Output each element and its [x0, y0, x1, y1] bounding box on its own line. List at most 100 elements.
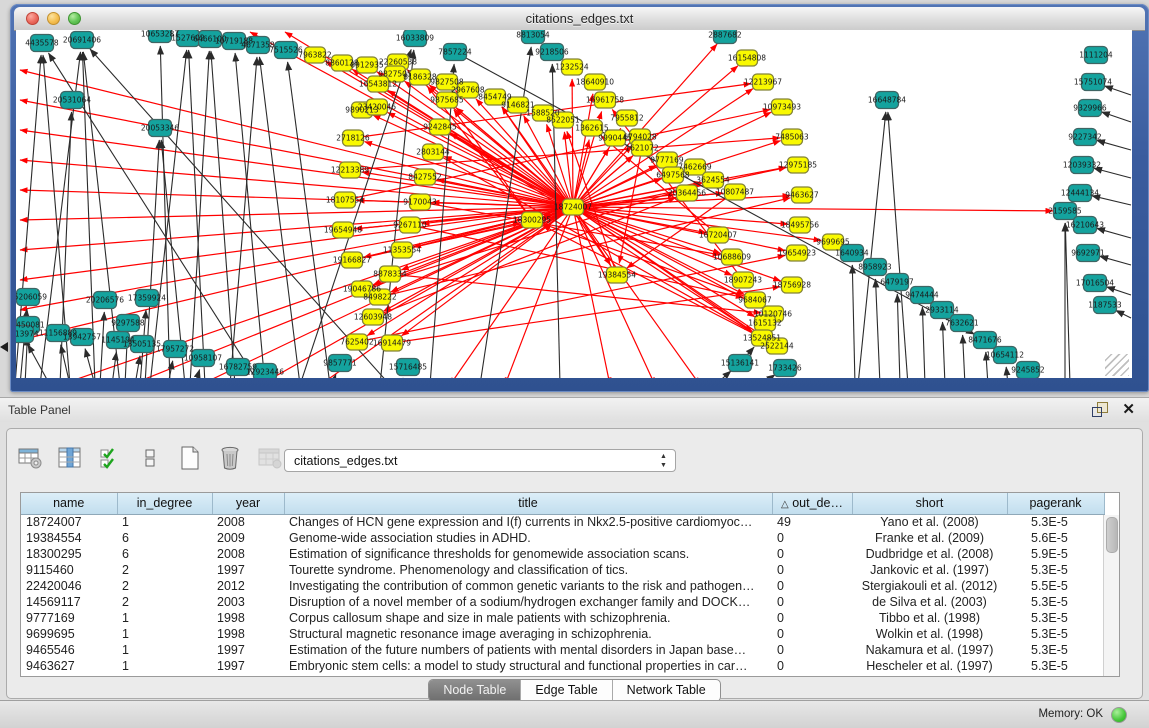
- create-column-icon[interactable]: [175, 444, 205, 472]
- table-cell[interactable]: 19384554: [21, 530, 117, 546]
- table-row[interactable]: 977716911998Corpus callosum shape and si…: [21, 610, 1104, 626]
- row-height-icon[interactable]: [135, 444, 165, 472]
- table-row[interactable]: 2242004622012Investigating the contribut…: [21, 578, 1104, 594]
- table-cell[interactable]: 1: [117, 642, 212, 658]
- table-cell[interactable]: Tibbo et al. (1998): [852, 610, 1007, 626]
- table-cell[interactable]: 18300295: [21, 546, 117, 562]
- table-cell[interactable]: Estimation of significance thresholds fo…: [284, 546, 772, 562]
- column-header[interactable]: year: [212, 493, 284, 514]
- table-cell[interactable]: 22420046: [21, 578, 117, 594]
- table-cell[interactable]: 0: [772, 546, 852, 562]
- delete-column-icon[interactable]: [215, 444, 245, 472]
- table-cell[interactable]: 1997: [212, 642, 284, 658]
- table-cell[interactable]: 9463627: [21, 658, 117, 674]
- column-header[interactable]: short: [852, 493, 1007, 514]
- table-row[interactable]: 1456911722003Disruption of a novel membe…: [21, 594, 1104, 610]
- table-cell[interactable]: Hescheler et al. (1997): [852, 658, 1007, 674]
- table-cell[interactable]: Embryonic stem cells: a model to study s…: [284, 658, 772, 674]
- table-cell[interactable]: 1997: [212, 562, 284, 578]
- table-cell[interactable]: 9465546: [21, 642, 117, 658]
- window-titlebar[interactable]: citations_edges.txt: [14, 7, 1145, 31]
- table-cell[interactable]: 5.9E-5: [1007, 546, 1104, 562]
- table-cell[interactable]: 0: [772, 642, 852, 658]
- table-row[interactable]: 911546021997Tourette syndrome. Phenomeno…: [21, 562, 1104, 578]
- table-cell[interactable]: 5.3E-5: [1007, 610, 1104, 626]
- table-cell[interactable]: 5.3E-5: [1007, 562, 1104, 578]
- table-cell[interactable]: 2: [117, 578, 212, 594]
- table-cell[interactable]: 49: [772, 514, 852, 530]
- table-cell[interactable]: 5.3E-5: [1007, 642, 1104, 658]
- table-cell[interactable]: Dudbridge et al. (2008): [852, 546, 1007, 562]
- table-cell[interactable]: 5.3E-5: [1007, 594, 1104, 610]
- tab-node-table[interactable]: Node Table: [429, 680, 521, 701]
- table-cell[interactable]: 5.3E-5: [1007, 658, 1104, 674]
- table-cell[interactable]: 2: [117, 562, 212, 578]
- table-cell[interactable]: Disruption of a novel member of a sodium…: [284, 594, 772, 610]
- table-cell[interactable]: 2003: [212, 594, 284, 610]
- column-header[interactable]: pagerank: [1007, 493, 1104, 514]
- table-cell[interactable]: 1: [117, 514, 212, 530]
- table-cell[interactable]: 9115460: [21, 562, 117, 578]
- table-settings-icon[interactable]: [15, 444, 45, 472]
- table-cell[interactable]: 2008: [212, 514, 284, 530]
- table-cell[interactable]: Yano et al. (2008): [852, 514, 1007, 530]
- table-source-select[interactable]: citations_edges.txt ▲▼: [284, 449, 676, 472]
- table-cell[interactable]: 2: [117, 594, 212, 610]
- table-cell[interactable]: Franke et al. (2009): [852, 530, 1007, 546]
- scrollbar-thumb[interactable]: [1106, 517, 1118, 553]
- table-cell[interactable]: de Silva et al. (2003): [852, 594, 1007, 610]
- table-row[interactable]: 1938455462009Genome-wide association stu…: [21, 530, 1104, 546]
- table-cell[interactable]: 6: [117, 546, 212, 562]
- table-cell[interactable]: 1: [117, 610, 212, 626]
- table-cell[interactable]: 1998: [212, 610, 284, 626]
- table-cell[interactable]: 2009: [212, 530, 284, 546]
- table-cell[interactable]: 9777169: [21, 610, 117, 626]
- table-cell[interactable]: Structural magnetic resonance image aver…: [284, 626, 772, 642]
- table-row[interactable]: 1872400712008Changes of HCN gene express…: [21, 514, 1104, 530]
- table-cell[interactable]: Genome-wide association studies in ADHD.: [284, 530, 772, 546]
- table-cell[interactable]: Changes of HCN gene expression and I(f) …: [284, 514, 772, 530]
- close-panel-icon[interactable]: ✕: [1122, 400, 1135, 418]
- table-cell[interactable]: 0: [772, 530, 852, 546]
- table-cell[interactable]: 0: [772, 658, 852, 674]
- column-header[interactable]: △ out_de…: [772, 493, 852, 514]
- table-cell[interactable]: Wolkin et al. (1998): [852, 626, 1007, 642]
- float-panel-icon[interactable]: [1092, 402, 1107, 417]
- table-cell[interactable]: 6: [117, 530, 212, 546]
- resize-grip-icon[interactable]: [1105, 354, 1129, 376]
- table-cell[interactable]: 5.3E-5: [1007, 626, 1104, 642]
- collapse-panel-arrow-icon[interactable]: [0, 342, 8, 352]
- table-cell[interactable]: Nakamura et al. (1997): [852, 642, 1007, 658]
- table-cell[interactable]: 1998: [212, 626, 284, 642]
- table-cell[interactable]: Stergiakouli et al. (2012): [852, 578, 1007, 594]
- column-header[interactable]: title: [284, 493, 772, 514]
- table-cell[interactable]: 0: [772, 610, 852, 626]
- table-cell[interactable]: 0: [772, 562, 852, 578]
- tab-edge-table[interactable]: Edge Table: [521, 680, 612, 701]
- table-row[interactable]: 946362711997Embryonic stem cells: a mode…: [21, 658, 1104, 674]
- table-cell[interactable]: 5.5E-5: [1007, 578, 1104, 594]
- table-cell[interactable]: 1: [117, 658, 212, 674]
- table-cell[interactable]: 2008: [212, 546, 284, 562]
- table-scrollbar[interactable]: [1103, 515, 1119, 676]
- tab-network-table[interactable]: Network Table: [613, 680, 720, 701]
- table-cell[interactable]: Tourette syndrome. Phenomenology and cla…: [284, 562, 772, 578]
- table-cell[interactable]: 9699695: [21, 626, 117, 642]
- network-graph[interactable]: 1872400779638228860128891293522260538982…: [16, 30, 1132, 378]
- table-cell[interactable]: 18724007: [21, 514, 117, 530]
- table-cell[interactable]: 1: [117, 626, 212, 642]
- select-columns-icon[interactable]: [95, 444, 125, 472]
- table-cell[interactable]: 0: [772, 594, 852, 610]
- table-row[interactable]: 1830029562008Estimation of significance …: [21, 546, 1104, 562]
- table-cell[interactable]: 5.3E-5: [1007, 514, 1104, 530]
- table-cell[interactable]: 0: [772, 626, 852, 642]
- table-cell[interactable]: Jankovic et al. (1997): [852, 562, 1007, 578]
- table-cell[interactable]: Investigating the contribution of common…: [284, 578, 772, 594]
- column-header[interactable]: name: [21, 493, 117, 514]
- column-chooser-icon[interactable]: [55, 444, 85, 472]
- table-cell[interactable]: 14569117: [21, 594, 117, 610]
- table-cell[interactable]: Estimation of the future numbers of pati…: [284, 642, 772, 658]
- table-cell[interactable]: Corpus callosum shape and size in male p…: [284, 610, 772, 626]
- column-header[interactable]: in_degree: [117, 493, 212, 514]
- table-row[interactable]: 969969511998Structural magnetic resonanc…: [21, 626, 1104, 642]
